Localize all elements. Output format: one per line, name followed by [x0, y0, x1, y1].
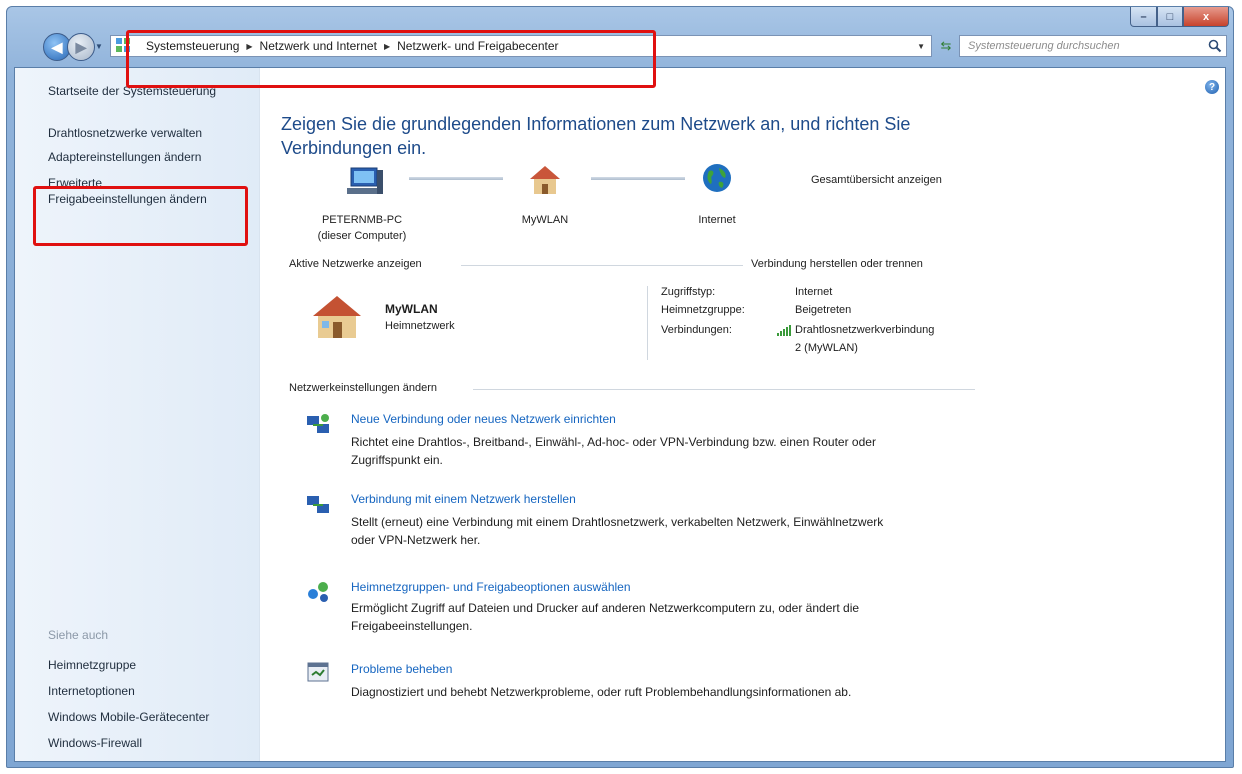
globe-icon[interactable]: [701, 162, 733, 194]
section-divider: [461, 265, 743, 266]
address-dropdown-icon[interactable]: ▼: [911, 42, 931, 51]
connect-disconnect-link[interactable]: Verbindung herstellen oder trennen: [751, 258, 923, 270]
search-icon[interactable]: [1208, 39, 1222, 53]
see-also-mobile-device-center[interactable]: Windows Mobile-Gerätecenter: [48, 710, 209, 724]
homegroup-link[interactable]: Beigetreten: [795, 304, 851, 316]
active-network-name: MyWLAN: [385, 302, 438, 316]
see-also-heading: Siehe auch: [48, 628, 109, 642]
help-icon[interactable]: ?: [1205, 80, 1219, 94]
see-also-firewall[interactable]: Windows-Firewall: [48, 736, 142, 750]
task-homegroup-link[interactable]: Heimnetzgruppen- und Freigabeoptionen au…: [351, 580, 631, 594]
access-type-label: Zugriffstyp:: [661, 286, 716, 298]
access-type-value: Internet: [795, 286, 833, 298]
explorer-window: – □ x ◀ ▶ ▼ Systemsteuerung ▶ Netzwerk u…: [6, 6, 1234, 768]
full-map-link[interactable]: Gesamtübersicht anzeigen: [811, 174, 942, 186]
homegroup-label: Heimnetzgruppe:: [661, 304, 745, 316]
connect-network-icon: [307, 496, 329, 513]
new-connection-icon: [307, 414, 329, 433]
page-title-line2: Verbindungen ein.: [281, 138, 427, 158]
forward-button[interactable]: ▶: [67, 33, 95, 61]
search-input[interactable]: Systemsteuerung durchsuchen: [960, 40, 1120, 52]
task-connect-network-link[interactable]: Verbindung mit einem Netzwerk herstellen: [351, 492, 576, 506]
see-also-internet-options[interactable]: Internetoptionen: [48, 684, 135, 698]
page-title-line1: Zeigen Sie die grundlegenden Information…: [281, 114, 911, 134]
refresh-icon: ⇆: [940, 38, 952, 53]
main-pane: Zeigen Sie die grundlegenden Information…: [281, 68, 981, 761]
task-homegroup-desc-2: Freigabeeinstellungen.: [351, 619, 473, 633]
task-new-connection-link[interactable]: Neue Verbindung oder neues Netzwerk einr…: [351, 412, 616, 426]
troubleshoot-icon: [307, 662, 329, 682]
connections-label: Verbindungen:: [661, 324, 732, 336]
connection-link-line1[interactable]: Drahtlosnetzwerkverbindung: [795, 324, 934, 336]
recent-pages-dropdown[interactable]: ▼: [95, 42, 103, 51]
see-also-homegroup[interactable]: Heimnetzgruppe: [48, 658, 136, 672]
page-title: Zeigen Sie die grundlegenden Information…: [281, 112, 961, 160]
wifi-signal-icon: [777, 325, 791, 336]
house-icon[interactable]: [527, 162, 563, 198]
task-new-connection-desc-1: Richtet eine Drahtlos-, Breitband-, Einw…: [351, 435, 876, 449]
change-settings-heading: Netzwerkeinstellungen ändern: [289, 382, 437, 394]
maximize-button[interactable]: □: [1157, 7, 1183, 27]
arrow-right-icon: ▶: [75, 38, 87, 55]
computer-subtitle: (dieser Computer): [317, 230, 407, 242]
window-controls: – □ x: [1130, 7, 1229, 27]
task-new-connection-desc-2: Zugriffspunkt ein.: [351, 453, 443, 467]
connection-link-line2[interactable]: 2 (MyWLAN): [795, 342, 858, 354]
network-connector-line: [409, 177, 503, 180]
refresh-button[interactable]: ⇆: [935, 35, 957, 57]
task-connect-network-desc-1: Stellt (erneut) eine Verbindung mit eine…: [351, 515, 884, 529]
section-divider: [473, 389, 975, 390]
homegroup-sharing-icon: [308, 582, 328, 602]
network-connector-line: [591, 177, 685, 180]
home-network-icon: [313, 296, 361, 338]
sidebar-item-adapter-settings[interactable]: Adaptereinstellungen ändern: [48, 150, 201, 164]
computer-name: PETERNMB-PC: [321, 214, 403, 226]
network-type-link[interactable]: Heimnetzwerk: [385, 320, 455, 332]
task-pane: Startseite der Systemsteuerung Drahtlosn…: [15, 68, 260, 761]
active-networks-heading: Aktive Netzwerke anzeigen: [289, 258, 422, 270]
task-connect-network-desc-2: oder VPN-Netzwerk her.: [351, 533, 481, 547]
content-area: Startseite der Systemsteuerung Drahtlosn…: [14, 67, 1226, 762]
sidebar-item-manage-wireless[interactable]: Drahtlosnetzwerke verwalten: [48, 126, 202, 140]
task-troubleshoot-desc-1: Diagnostiziert und behebt Netzwerkproble…: [351, 685, 852, 699]
highlight-box-breadcrumb: [126, 30, 656, 88]
computer-icon: [347, 167, 383, 194]
task-homegroup-desc-1: Ermöglicht Zugriff auf Dateien und Druck…: [351, 601, 860, 615]
close-button[interactable]: x: [1183, 7, 1229, 27]
network-name-map: MyWLAN: [521, 214, 569, 226]
internet-label: Internet: [698, 214, 736, 226]
highlight-box-sidebar-link: [33, 186, 248, 246]
search-box[interactable]: Systemsteuerung durchsuchen: [959, 35, 1227, 57]
arrow-left-icon: ◀: [51, 38, 63, 55]
vertical-divider: [647, 286, 648, 360]
task-troubleshoot-link[interactable]: Probleme beheben: [351, 662, 452, 676]
minimize-button[interactable]: –: [1130, 7, 1157, 27]
